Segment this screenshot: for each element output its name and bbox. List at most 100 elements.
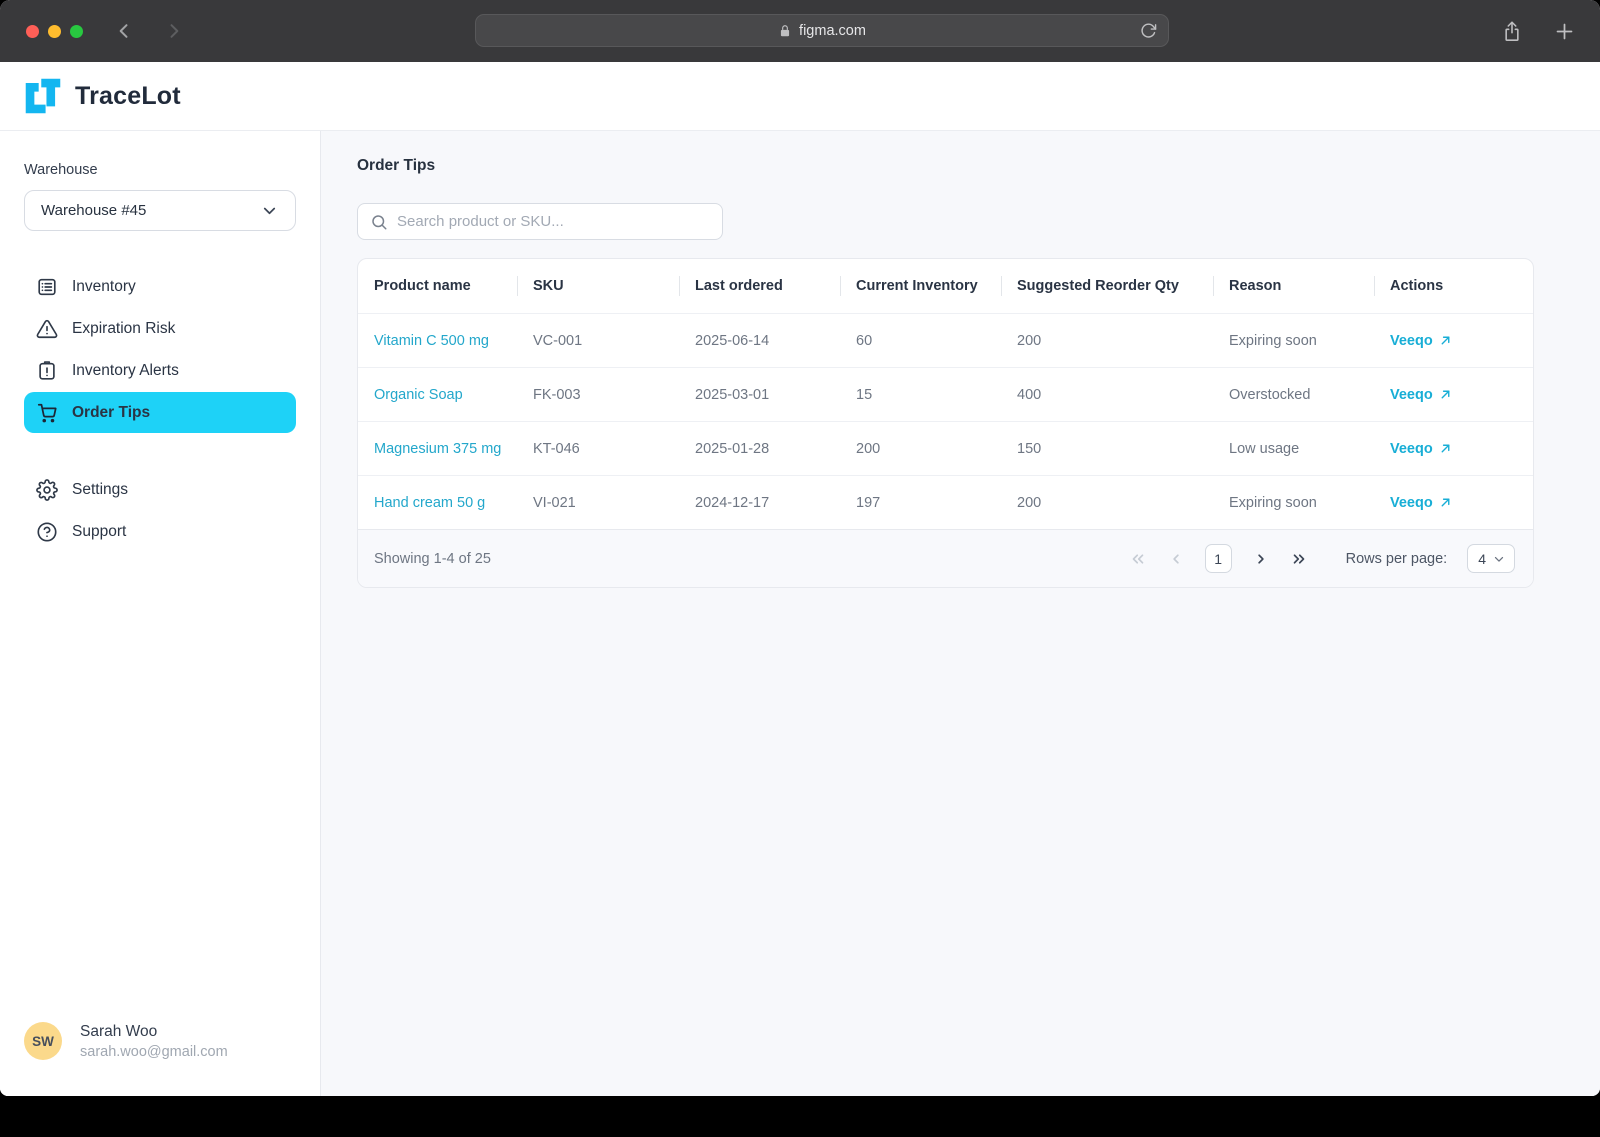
veeqo-label: Veeqo [1390, 495, 1433, 511]
sidebar-item-settings[interactable]: Settings [24, 469, 296, 510]
table-row: Hand cream 50 g VI-021 2024-12-17 197 20… [358, 475, 1533, 529]
table-header-row: Product name SKU Last ordered Current In… [358, 259, 1533, 313]
veeqo-link[interactable]: Veeqo [1390, 495, 1452, 511]
veeqo-label: Veeqo [1390, 387, 1433, 403]
brand-name: TraceLot [75, 82, 181, 111]
sidebar-item-label: Expiration Risk [72, 320, 175, 338]
column-header: Last ordered [679, 259, 840, 313]
browser-chrome: figma.com [0, 0, 1600, 62]
sku-cell: KT-046 [517, 441, 679, 457]
sku-cell: VI-021 [517, 495, 679, 511]
chrome-right-controls [1502, 0, 1575, 62]
veeqo-link[interactable]: Veeqo [1390, 387, 1452, 403]
next-page-button[interactable] [1252, 550, 1270, 568]
main-content: Order Tips Product name SKU Last ordered… [321, 131, 1600, 1096]
showing-count: Showing 1-4 of 25 [374, 551, 491, 567]
chevron-right-icon [1252, 550, 1270, 568]
veeqo-label: Veeqo [1390, 333, 1433, 349]
suggested-reorder-cell: 400 [1001, 387, 1213, 403]
last-ordered-cell: 2025-06-14 [679, 333, 840, 349]
refresh-button[interactable] [1140, 22, 1157, 39]
sidebar-item-label: Inventory [72, 278, 136, 296]
reason-cell: Expiring soon [1213, 333, 1374, 349]
column-header: Suggested Reorder Qty [1001, 259, 1213, 313]
sidebar-item-order-tips[interactable]: Order Tips [24, 392, 296, 433]
arrow-up-right-icon [1439, 496, 1452, 509]
veeqo-link[interactable]: Veeqo [1390, 333, 1452, 349]
chevrons-right-icon [1290, 550, 1308, 568]
current-inventory-cell: 197 [840, 495, 1001, 511]
zoom-window-button[interactable] [70, 25, 83, 38]
avatar: SW [24, 1022, 62, 1060]
share-icon [1502, 20, 1522, 42]
close-window-button[interactable] [26, 25, 39, 38]
current-inventory-cell: 200 [840, 441, 1001, 457]
new-tab-button[interactable] [1554, 21, 1575, 42]
inventory-list-icon [36, 276, 58, 298]
last-ordered-cell: 2025-01-28 [679, 441, 840, 457]
help-circle-icon [36, 521, 58, 543]
first-page-button[interactable] [1129, 550, 1147, 568]
search-icon [370, 213, 388, 231]
column-header: Current Inventory [840, 259, 1001, 313]
arrow-up-right-icon [1439, 388, 1452, 401]
current-inventory-cell: 15 [840, 387, 1001, 403]
pagination: 1 Rows per page: 4 [1129, 544, 1515, 573]
user-profile[interactable]: SW Sarah Woo sarah.woo@gmail.com [24, 1022, 296, 1060]
order-tips-table: Product name SKU Last ordered Current In… [357, 258, 1534, 588]
chevron-down-icon [260, 201, 279, 220]
suggested-reorder-cell: 200 [1001, 333, 1213, 349]
rows-per-page-select[interactable]: 4 [1467, 544, 1515, 573]
back-button[interactable] [114, 21, 134, 41]
veeqo-label: Veeqo [1390, 441, 1433, 457]
sidebar-item-label: Support [72, 523, 126, 541]
warehouse-label: Warehouse [24, 162, 296, 178]
rows-per-page-label: Rows per page: [1346, 551, 1448, 567]
sidebar-item-label: Settings [72, 481, 128, 499]
gear-icon [36, 479, 58, 501]
sku-cell: FK-003 [517, 387, 679, 403]
share-button[interactable] [1502, 20, 1522, 42]
minimize-window-button[interactable] [48, 25, 61, 38]
previous-page-button[interactable] [1167, 550, 1185, 568]
user-email: sarah.woo@gmail.com [80, 1044, 228, 1060]
browser-nav-arrows [114, 0, 184, 62]
app-header: TraceLot [0, 62, 1600, 131]
clipboard-alert-icon [36, 360, 58, 382]
sidebar-item-inventory[interactable]: Inventory [24, 266, 296, 307]
product-link[interactable]: Magnesium 375 mg [358, 441, 517, 457]
reason-cell: Low usage [1213, 441, 1374, 457]
chevron-left-icon [114, 21, 134, 41]
plus-icon [1554, 21, 1575, 42]
product-link[interactable]: Organic Soap [358, 387, 517, 403]
warehouse-select[interactable]: Warehouse #45 [24, 190, 296, 231]
reason-cell: Expiring soon [1213, 495, 1374, 511]
current-page-indicator[interactable]: 1 [1205, 544, 1232, 573]
url-text: figma.com [799, 23, 866, 39]
suggested-reorder-cell: 150 [1001, 441, 1213, 457]
column-header: Actions [1374, 259, 1533, 313]
chevron-down-icon [1492, 552, 1506, 566]
last-page-button[interactable] [1290, 550, 1308, 568]
product-link[interactable]: Hand cream 50 g [358, 495, 517, 511]
sidebar-item-label: Inventory Alerts [72, 362, 179, 380]
sidebar-item-expiration-risk[interactable]: Expiration Risk [24, 308, 296, 349]
forward-button[interactable] [164, 21, 184, 41]
traffic-lights [26, 0, 83, 62]
product-link[interactable]: Vitamin C 500 mg [358, 333, 517, 349]
veeqo-link[interactable]: Veeqo [1390, 441, 1452, 457]
column-header: Reason [1213, 259, 1374, 313]
page-title: Order Tips [357, 157, 1600, 175]
cart-icon [36, 402, 58, 424]
table-footer: Showing 1-4 of 25 1 [358, 529, 1533, 587]
sidebar-item-support[interactable]: Support [24, 511, 296, 552]
chevron-right-icon [164, 21, 184, 41]
url-bar[interactable]: figma.com [475, 14, 1169, 47]
rows-per-page-value: 4 [1478, 551, 1486, 567]
table-row: Magnesium 375 mg KT-046 2025-01-28 200 1… [358, 421, 1533, 475]
chevron-left-icon [1167, 550, 1185, 568]
sidebar-item-inventory-alerts[interactable]: Inventory Alerts [24, 350, 296, 391]
search-input[interactable] [397, 213, 710, 230]
reason-cell: Overstocked [1213, 387, 1374, 403]
user-name: Sarah Woo [80, 1023, 228, 1041]
